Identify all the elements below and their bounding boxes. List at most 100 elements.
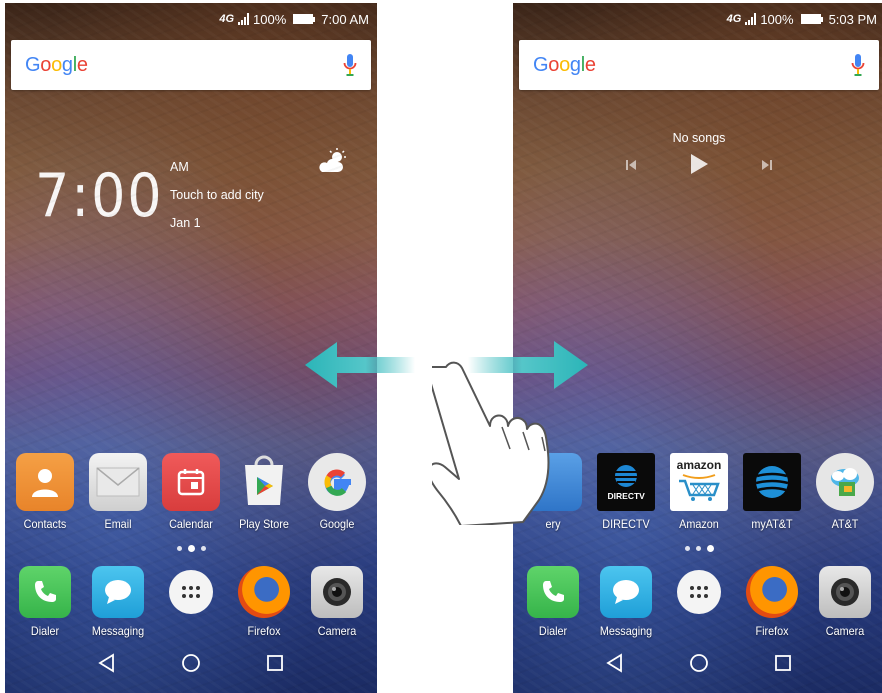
home-icon[interactable] xyxy=(689,653,709,678)
app-amazon[interactable]: amazon Amazon xyxy=(664,453,734,531)
phone-icon xyxy=(19,566,72,618)
fixed-apps-row: Dialer Messaging Firefox Camera xyxy=(513,566,882,638)
app-drawer-icon xyxy=(168,570,213,614)
status-bar: 4G 100% 5:03 PM xyxy=(513,3,882,35)
google-search-bar[interactable]: Google xyxy=(519,40,879,90)
email-icon xyxy=(89,453,148,511)
directv-icon: DIRECTV xyxy=(597,453,656,511)
contacts-icon xyxy=(16,453,75,511)
swipe-left-arrow-icon xyxy=(305,340,415,395)
network-type: 4G xyxy=(219,13,235,25)
app-firefox[interactable]: Firefox xyxy=(229,566,299,638)
microphone-icon[interactable] xyxy=(343,53,357,77)
back-icon[interactable] xyxy=(605,652,625,678)
app-label: Dialer xyxy=(539,624,568,638)
navigation-bar xyxy=(5,637,377,693)
firefox-icon xyxy=(237,566,290,618)
app-label: myAT&T xyxy=(751,517,793,531)
previous-track-icon[interactable] xyxy=(625,158,637,176)
app-messaging[interactable]: Messaging xyxy=(83,566,153,638)
app-myatt[interactable]: myAT&T xyxy=(737,453,807,531)
music-widget: No songs xyxy=(513,123,882,198)
music-title: No songs xyxy=(672,131,726,145)
play-icon[interactable] xyxy=(689,153,709,180)
app-label: Messaging xyxy=(92,624,145,638)
phone-icon xyxy=(527,566,580,618)
app-drawer-icon xyxy=(676,570,721,614)
clock-info: AM Touch to add city Jan 1 xyxy=(170,153,264,237)
battery-icon xyxy=(800,14,823,24)
page-indicator[interactable] xyxy=(513,545,882,552)
app-firefox[interactable]: Firefox xyxy=(737,566,807,638)
partly-cloudy-icon[interactable] xyxy=(317,148,347,179)
play-store-icon xyxy=(235,453,293,511)
app-messaging[interactable]: Messaging xyxy=(591,566,661,638)
app-label: Dialer xyxy=(31,624,60,638)
app-label: Firefox xyxy=(755,624,789,638)
clock-time[interactable]: 7:00 xyxy=(35,161,163,231)
swipe-hand-icon xyxy=(427,355,592,530)
app-play-store[interactable]: Play Store xyxy=(229,453,299,531)
app-email[interactable]: Email xyxy=(83,453,153,531)
back-icon[interactable] xyxy=(97,652,117,678)
app-google[interactable]: Google xyxy=(302,453,372,531)
app-label: AT&T xyxy=(831,517,858,531)
next-track-icon[interactable] xyxy=(761,158,773,176)
fixed-apps-row: Dialer Messaging Firefox Camera xyxy=(5,566,377,638)
signal-icon xyxy=(745,13,757,25)
app-camera[interactable]: Camera xyxy=(302,566,372,638)
status-bar: 4G 100% 7:00 AM xyxy=(5,3,377,35)
music-controls xyxy=(513,153,882,180)
app-contacts[interactable]: Contacts xyxy=(10,453,80,531)
camera-icon xyxy=(818,566,871,618)
messaging-icon xyxy=(600,566,653,618)
app-label: Calendar xyxy=(169,517,213,531)
app-label: Messaging xyxy=(600,624,653,638)
battery-icon xyxy=(293,14,316,24)
add-city-link[interactable]: Touch to add city xyxy=(170,181,264,209)
clock-date: Jan 1 xyxy=(170,216,201,230)
app-label: Play Store xyxy=(238,517,289,531)
app-calendar[interactable]: Calendar xyxy=(156,453,226,531)
app-drawer[interactable] xyxy=(664,566,734,638)
directv-wordmark: DIRECTV xyxy=(607,490,645,501)
google-icon xyxy=(307,453,366,511)
recents-icon[interactable] xyxy=(265,653,285,678)
status-time: 7:00 AM xyxy=(321,11,369,27)
page-indicator[interactable] xyxy=(5,545,377,552)
messaging-icon xyxy=(92,566,145,618)
battery-percent: 100% xyxy=(253,11,287,27)
google-logo: Google xyxy=(25,53,88,76)
battery-percent: 100% xyxy=(760,11,794,27)
status-time: 5:03 PM xyxy=(828,11,877,27)
home-icon[interactable] xyxy=(181,653,201,678)
tutorial-illustration: 4G 100% 7:00 AM Google 7:00 AM Touch to … xyxy=(0,0,882,693)
home-apps-row: Contacts Email Calendar Play Store Googl… xyxy=(5,453,377,531)
recents-icon[interactable] xyxy=(773,653,793,678)
app-att[interactable]: AT&T xyxy=(810,453,880,531)
app-label: Google xyxy=(319,517,354,531)
app-directv[interactable]: DIRECTV DIRECTV xyxy=(591,453,661,531)
app-label: Email xyxy=(104,517,132,531)
app-dialer[interactable]: Dialer xyxy=(518,566,588,638)
app-camera[interactable]: Camera xyxy=(810,566,880,638)
app-drawer[interactable] xyxy=(156,566,226,638)
app-dialer[interactable]: Dialer xyxy=(10,566,80,638)
amazon-wordmark: amazon xyxy=(676,458,722,472)
app-label: Contacts xyxy=(24,517,67,531)
google-search-bar[interactable]: Google xyxy=(11,40,371,90)
amazon-icon: amazon xyxy=(669,453,728,511)
microphone-icon[interactable] xyxy=(851,53,865,77)
app-label: Camera xyxy=(825,624,864,638)
myatt-icon xyxy=(742,453,801,511)
att-icon xyxy=(815,453,874,511)
clock-ampm: AM xyxy=(170,160,189,174)
app-label: Camera xyxy=(317,624,356,638)
signal-icon xyxy=(238,13,250,25)
app-label: DIRECTV xyxy=(602,517,650,531)
calendar-icon xyxy=(161,453,220,511)
firefox-icon xyxy=(745,566,798,618)
app-label: Firefox xyxy=(247,624,281,638)
app-label: Amazon xyxy=(679,517,719,531)
camera-icon xyxy=(310,566,363,618)
